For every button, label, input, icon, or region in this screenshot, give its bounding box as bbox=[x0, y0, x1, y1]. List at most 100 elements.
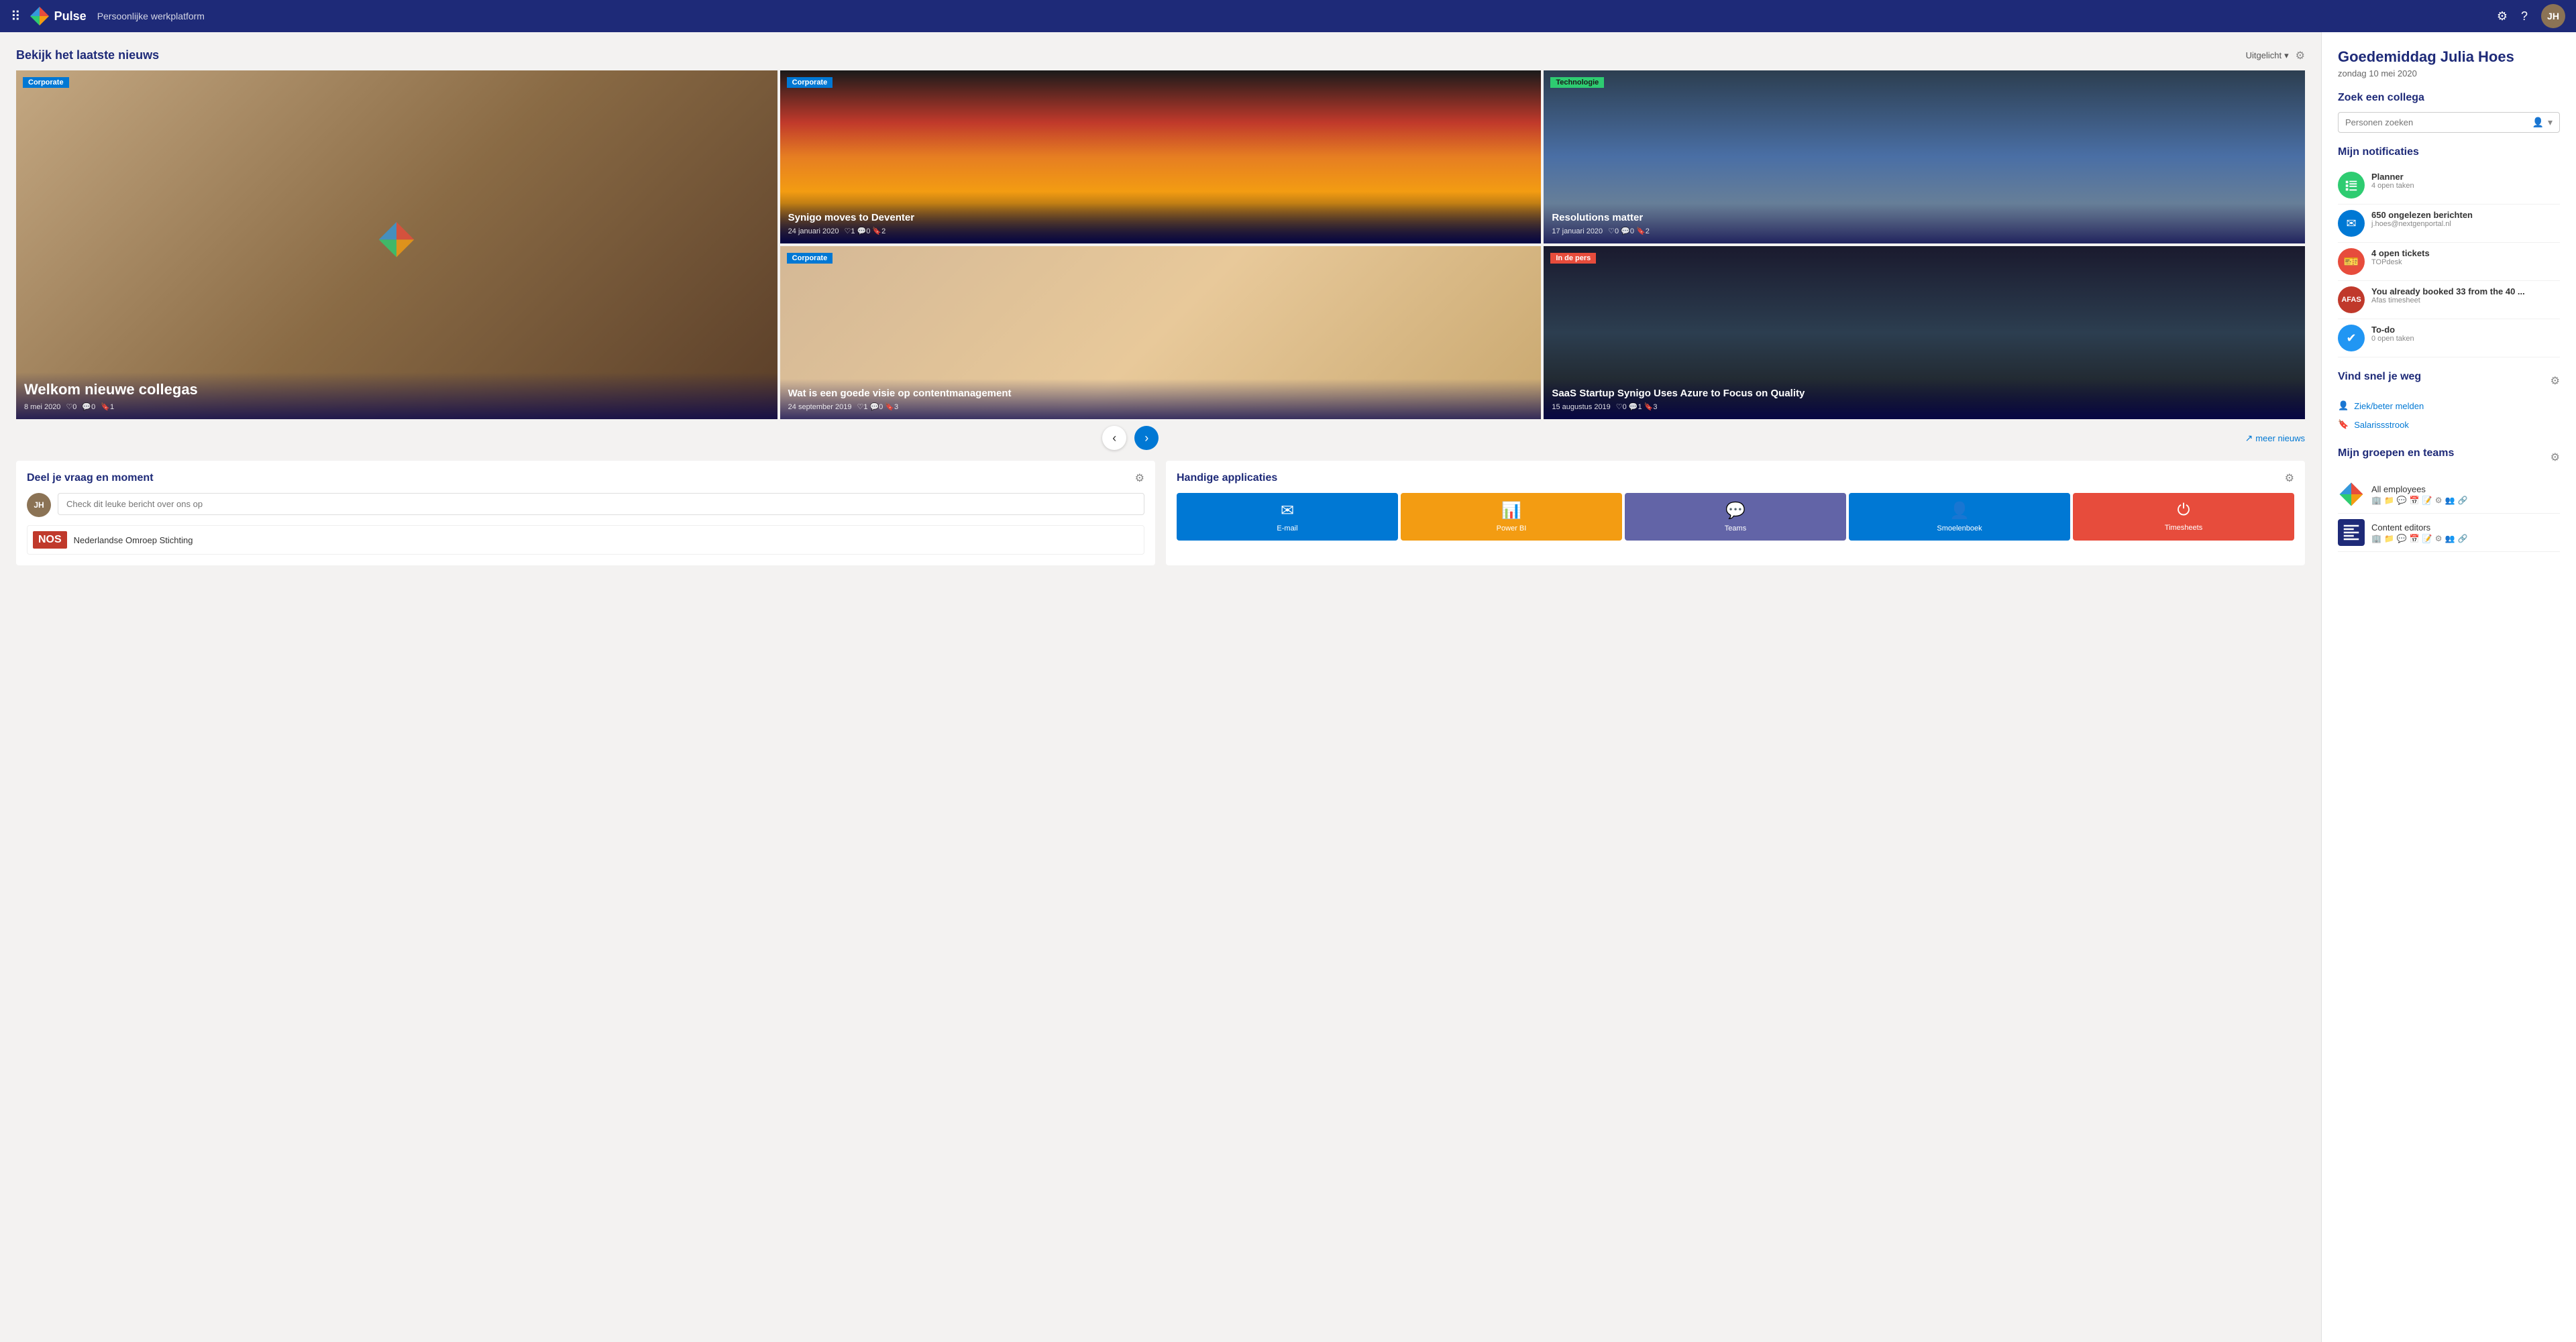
news-pulse-logo bbox=[376, 219, 417, 260]
right-sidebar: Goedemiddag Julia Hoes zondag 10 mei 202… bbox=[2321, 32, 2576, 1342]
share-input[interactable] bbox=[58, 493, 1144, 515]
search-colleague-input[interactable] bbox=[2345, 117, 2528, 127]
apps-settings-icon[interactable]: ⚙ bbox=[2285, 471, 2294, 485]
quick-link-salary[interactable]: 🔖 Salarissstrook bbox=[2338, 415, 2560, 434]
powerbi-app-icon: 📊 bbox=[1501, 501, 1521, 520]
news-tag-pers: In de pers bbox=[1550, 253, 1596, 264]
settings-icon[interactable]: ⚙ bbox=[2497, 9, 2508, 23]
search-colleague-box[interactable]: 👤 ▾ bbox=[2338, 112, 2560, 133]
notifications-title: Mijn notificaties bbox=[2338, 146, 2560, 158]
meer-nieuws-label: meer nieuws bbox=[2255, 433, 2305, 443]
notif-item-todo[interactable]: ✔ To-do 0 open taken bbox=[2338, 319, 2560, 357]
email-notif-title: 650 ongelezen berichten bbox=[2371, 210, 2560, 220]
news-item-large[interactable]: Corporate Welkom nieuwe collegas 8 mei 2… bbox=[16, 70, 777, 419]
user-avatar[interactable]: JH bbox=[2541, 4, 2565, 28]
news-item-synigo[interactable]: Corporate Synigo moves to Deventer 24 ja… bbox=[780, 70, 1542, 243]
groups-title: Mijn groepen en teams bbox=[2338, 447, 2454, 459]
apps-panel-header: Handige applicaties ⚙ bbox=[1177, 471, 2294, 485]
topdesk-notif-content: 4 open tickets TOPdesk bbox=[2371, 248, 2560, 266]
news-item-saas[interactable]: In de pers SaaS Startup Synigo Uses Azur… bbox=[1544, 246, 2305, 419]
groups-settings-icon[interactable]: ⚙ bbox=[2551, 451, 2560, 464]
salary-link-icon: 🔖 bbox=[2338, 419, 2349, 430]
main-content-area: Bekijk het laatste nieuws Uitgelicht ▾ ⚙… bbox=[0, 32, 2321, 1342]
group-item-all-employees[interactable]: All employees 🏢 📁 💬 📅 📝 ⚙ 👥 🔗 bbox=[2338, 476, 2560, 514]
news-section-title: Bekijk het laatste nieuws bbox=[16, 48, 159, 62]
news-item-visie[interactable]: Corporate Wat is een goede visie op cont… bbox=[780, 246, 1542, 419]
news-meta-synigo: 24 januari 2020 ♡1 💬0 🔖2 bbox=[788, 227, 1534, 235]
meer-nieuws-link[interactable]: ↗ meer nieuws bbox=[2245, 433, 2305, 444]
email-app-icon: ✉ bbox=[1281, 501, 1294, 520]
planner-notif-title: Planner bbox=[2371, 172, 2560, 182]
todo-notif-sub: 0 open taken bbox=[2371, 335, 2560, 343]
smoelenboek-app-icon: 👤 bbox=[1949, 501, 1970, 520]
quick-link-sick[interactable]: 👤 Ziek/beter melden bbox=[2338, 396, 2560, 415]
apps-grid: ✉ E-mail 📊 Power BI 💬 Teams 👤 Smoelenboe… bbox=[1177, 493, 2294, 541]
carousel-prev-button[interactable]: ‹ bbox=[1102, 426, 1126, 450]
top-navigation: ⠿ Pulse Persoonlijke werkplatform ⚙ ? JH bbox=[0, 0, 2576, 32]
news-tag-synigo: Corporate bbox=[787, 77, 833, 88]
smoelenboek-app-label: Smoelenboek bbox=[1937, 524, 1982, 533]
afas-notif-content: You already booked 33 from the 40 ... Af… bbox=[2371, 286, 2560, 304]
news-meta-resolutions: 17 januari 2020 ♡0 💬0 🔖2 bbox=[1552, 227, 2297, 235]
uitgelicht-filter[interactable]: Uitgelicht ▾ bbox=[2246, 50, 2289, 61]
app-tile-timesheets[interactable]: ⏻ Timesheets bbox=[2073, 493, 2294, 541]
news-likes-large: ♡0 bbox=[66, 402, 76, 411]
topdesk-notif-title: 4 open tickets bbox=[2371, 248, 2560, 258]
news-date-large: 8 mei 2020 bbox=[24, 403, 60, 411]
search-chevron-icon: ▾ bbox=[2548, 117, 2553, 128]
app-tile-email[interactable]: ✉ E-mail bbox=[1177, 493, 1398, 541]
share-panel-title: Deel je vraag en moment bbox=[27, 472, 154, 484]
news-tag-visie: Corporate bbox=[787, 253, 833, 264]
news-settings-icon[interactable]: ⚙ bbox=[2296, 49, 2305, 62]
news-title-resolutions: Resolutions matter bbox=[1552, 211, 2297, 225]
greeting-text: Goedemiddag Julia Hoes bbox=[2338, 48, 2560, 66]
news-grid: Corporate Welkom nieuwe collegas 8 mei 2… bbox=[16, 70, 2305, 419]
share-panel-header: Deel je vraag en moment ⚙ bbox=[27, 471, 1144, 485]
afas-notif-sub: Afas timesheet bbox=[2371, 296, 2560, 304]
content-editors-name: Content editors bbox=[2371, 522, 2467, 533]
uitgelicht-chevron: ▾ bbox=[2284, 50, 2289, 61]
news-overlay-large: Welkom nieuwe collegas 8 mei 2020 ♡0 💬0 … bbox=[16, 372, 777, 419]
quick-links-settings-icon[interactable]: ⚙ bbox=[2551, 374, 2560, 388]
all-employees-name: All employees bbox=[2371, 484, 2467, 494]
news-title-visie: Wat is een goede visie op contentmanagem… bbox=[788, 387, 1534, 400]
shared-content-preview: NOS Nederlandse Omroep Stichting bbox=[27, 525, 1144, 555]
group-item-content-editors[interactable]: Content editors 🏢 📁 💬 📅 📝 ⚙ 👥 🔗 bbox=[2338, 514, 2560, 552]
news-tag-tech: Technologie bbox=[1550, 77, 1604, 88]
shared-org-name: Nederlandse Omroep Stichting bbox=[74, 535, 193, 545]
notif-item-topdesk[interactable]: 🎫 4 open tickets TOPdesk bbox=[2338, 243, 2560, 281]
all-employees-icon bbox=[2338, 481, 2365, 508]
teams-app-label: Teams bbox=[1725, 524, 1746, 533]
help-icon[interactable]: ? bbox=[2521, 9, 2528, 23]
carousel-next-button[interactable]: › bbox=[1134, 426, 1159, 450]
news-title-synigo: Synigo moves to Deventer bbox=[788, 211, 1534, 225]
news-overlay-visie: Wat is een goede visie op contentmanagem… bbox=[780, 379, 1542, 420]
news-item-resolutions[interactable]: Technologie Resolutions matter 17 januar… bbox=[1544, 70, 2305, 243]
news-comments-large: 💬0 bbox=[82, 402, 95, 411]
waffle-menu-icon[interactable]: ⠿ bbox=[11, 8, 21, 25]
powerbi-app-label: Power BI bbox=[1497, 524, 1527, 533]
date-text: zondag 10 mei 2020 bbox=[2338, 68, 2560, 78]
app-tile-powerbi[interactable]: 📊 Power BI bbox=[1401, 493, 1622, 541]
all-employees-icons: 🏢 📁 💬 📅 📝 ⚙ 👥 🔗 bbox=[2371, 496, 2467, 505]
email-notif-content: 650 ongelezen berichten j.hoes@nextgenpo… bbox=[2371, 210, 2560, 228]
share-user-avatar: JH bbox=[27, 493, 51, 517]
todo-notif-title: To-do bbox=[2371, 325, 2560, 335]
nos-logo: NOS bbox=[33, 531, 67, 549]
share-settings-icon[interactable]: ⚙ bbox=[1135, 471, 1144, 485]
app-name-label: Pulse bbox=[54, 9, 87, 23]
news-overlay-resolutions: Resolutions matter 17 januari 2020 ♡0 💬0… bbox=[1544, 203, 2305, 244]
quick-links-section: Vind snel je weg ⚙ 👤 Ziek/beter melden 🔖… bbox=[2338, 371, 2560, 434]
afas-notif-title: You already booked 33 from the 40 ... bbox=[2371, 286, 2560, 296]
notif-item-afas[interactable]: AFAS You already booked 33 from the 40 .… bbox=[2338, 281, 2560, 319]
app-tile-smoelenboek[interactable]: 👤 Smoelenboek bbox=[1849, 493, 2070, 541]
notif-item-email[interactable]: ✉ 650 ongelezen berichten j.hoes@nextgen… bbox=[2338, 205, 2560, 243]
groups-section: Mijn groepen en teams ⚙ All employees 🏢 bbox=[2338, 447, 2560, 552]
app-logo: Pulse bbox=[29, 5, 87, 27]
notif-item-planner[interactable]: Planner 4 open taken bbox=[2338, 166, 2560, 205]
app-tile-teams[interactable]: 💬 Teams bbox=[1625, 493, 1846, 541]
timesheets-app-label: Timesheets bbox=[2165, 524, 2202, 532]
apps-panel: Handige applicaties ⚙ ✉ E-mail 📊 Power B… bbox=[1166, 461, 2305, 565]
email-notif-sub: j.hoes@nextgenportal.nl bbox=[2371, 220, 2560, 228]
news-meta-visie: 24 september 2019 ♡1 💬0 🔖3 bbox=[788, 402, 1534, 411]
